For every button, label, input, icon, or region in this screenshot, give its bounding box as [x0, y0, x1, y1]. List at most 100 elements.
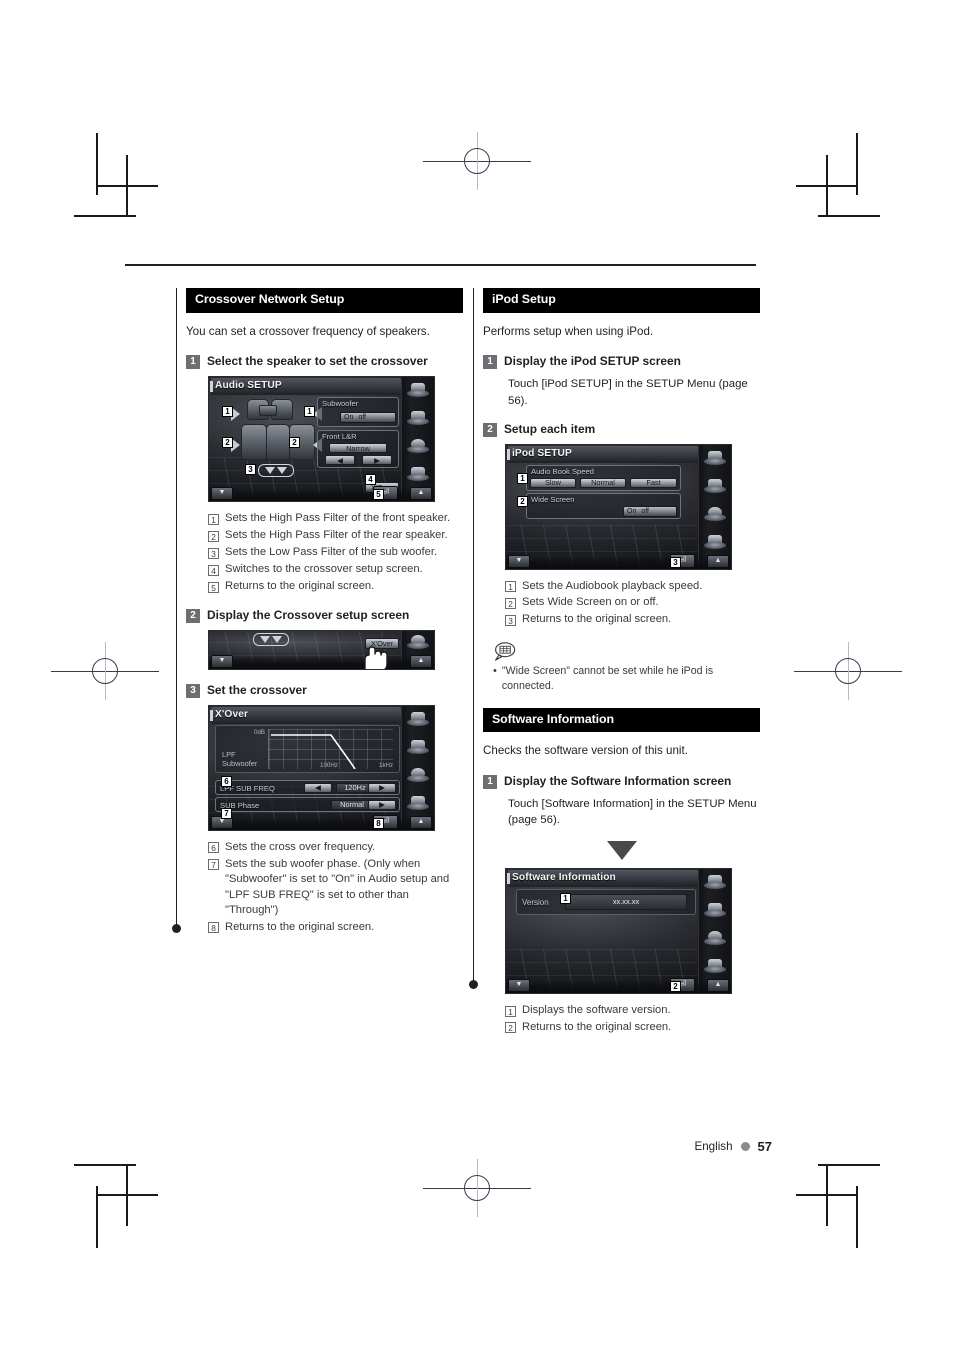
graph-filter-type-label: LPF — [222, 749, 236, 759]
rail-icon-camera[interactable] — [704, 929, 726, 946]
screen-icon-rail — [698, 869, 731, 994]
rail-icon-disc[interactable] — [704, 449, 726, 465]
callout-marker: 1 — [517, 472, 528, 484]
rail-icon-disc[interactable] — [407, 710, 429, 726]
ipod-callout-list: 1 Sets the Audiobook playback speed. 2 S… — [505, 579, 760, 628]
front-lr-prev-button[interactable]: ◀ — [325, 455, 355, 466]
audio-book-speed-fast-button[interactable]: Fast — [630, 477, 677, 488]
step-1-body: Touch [iPod SETUP] in the SETUP Menu (pa… — [508, 378, 748, 407]
software-callout-list: 1 Displays the software version. 2 Retur… — [505, 1003, 760, 1035]
step-number: 3 — [186, 683, 200, 698]
screen-volume-up-button[interactable]: ▲ — [707, 979, 729, 993]
step-title: Set the crossover — [207, 682, 307, 697]
right-column-guide — [469, 288, 479, 989]
rail-icon-radio[interactable] — [704, 477, 726, 493]
rail-icon-radio[interactable] — [704, 901, 726, 918]
callout-item: 3 Sets the Low Pass Filter of the sub wo… — [208, 545, 463, 560]
callout-item: 2 Sets the High Pass Filter of the rear … — [208, 528, 463, 543]
callout-number: 2 — [505, 1022, 516, 1034]
callout-text: Displays the software version. — [522, 1004, 671, 1017]
lpf-sub-freq-row: LPF SUB FREQ ◀ 120Hz ▶ — [215, 779, 400, 795]
column-guide-dot — [469, 980, 478, 989]
callout-text: Sets the cross over frequency. — [225, 840, 376, 853]
subwoofer-panel-label: Subwoofer — [322, 399, 359, 409]
step-title: Display the Software Information screen — [504, 773, 732, 788]
callout-marker: 6 — [221, 775, 232, 787]
callout-marker: 2 — [222, 437, 233, 449]
callout-number: 3 — [208, 547, 219, 559]
screen-bottom-bar — [209, 488, 434, 502]
callout-marker: 4 — [365, 474, 376, 486]
callout-item: 1 Sets the Audiobook playback speed. — [505, 579, 760, 594]
step-1-display-ipod-setup: 1 Display the iPod SETUP screen — [483, 354, 760, 370]
step-title: Setup each item — [504, 421, 596, 436]
lpf-sub-freq-prev-button[interactable]: ◀ — [304, 782, 332, 793]
screen-volume-up-button[interactable]: ▲ — [410, 654, 432, 668]
rail-icon-disc[interactable] — [407, 381, 429, 398]
callout-item: 4 Switches to the crossover setup screen… — [208, 562, 463, 577]
section-header-crossover-network-setup: Crossover Network Setup — [186, 288, 463, 313]
rail-icon-camera[interactable] — [407, 766, 429, 782]
subwoofer-icon[interactable] — [258, 464, 294, 478]
callout-number: 4 — [208, 564, 219, 576]
column-guide-dot — [172, 924, 181, 933]
right-column: iPod Setup Performs setup when using iPo… — [483, 288, 760, 1048]
callout-item: 1 Displays the software version. — [505, 1003, 760, 1018]
rail-icon-radio[interactable] — [407, 409, 429, 426]
left-column-guide — [172, 288, 182, 933]
left-column: Crossover Network Setup You can set a cr… — [186, 288, 463, 948]
rail-icon-aux[interactable] — [407, 465, 429, 482]
screen-volume-up-button[interactable]: ▲ — [410, 815, 432, 829]
ipod-setup-screen-image: iPod SETUP 10:10 1 Audio Book Speed Slow… — [505, 443, 732, 570]
screen-icon-rail — [401, 705, 434, 830]
subwoofer-on-off-toggle[interactable]: On off — [340, 412, 396, 424]
column-guide-line — [176, 288, 178, 928]
sub-phase-next-button[interactable]: ▶ — [368, 799, 396, 810]
callout-text: Sets the Low Pass Filter of the sub woof… — [225, 546, 438, 559]
rail-icon-aux[interactable] — [407, 633, 429, 649]
note-item: • "Wide Screen" cannot be set while he i… — [493, 664, 760, 694]
rail-icon-radio[interactable] — [407, 738, 429, 754]
crop-mark-line — [818, 1164, 880, 1166]
rail-icon-camera[interactable] — [407, 437, 429, 454]
audio-book-speed-normal-button[interactable]: Normal — [580, 477, 626, 488]
crop-mark-line — [74, 1164, 136, 1166]
callout-number: 8 — [208, 922, 219, 934]
callout-number: 2 — [208, 530, 219, 542]
callout-item: 2 Returns to the original screen. — [505, 1020, 760, 1035]
crop-mark-line — [796, 1194, 858, 1196]
callout-marker: 3 — [670, 556, 681, 568]
rail-icon-aux[interactable] — [704, 957, 726, 974]
rail-icon-aux[interactable] — [704, 533, 726, 549]
callout-number: 1 — [505, 1005, 516, 1017]
callout-text: Switches to the crossover setup screen. — [225, 563, 423, 576]
screen-title: Audio SETUP — [210, 380, 282, 393]
wide-screen-on-off-toggle[interactable]: On off — [623, 505, 677, 517]
front-lr-next-button[interactable]: ▶ — [362, 455, 392, 466]
rail-icon-camera[interactable] — [704, 505, 726, 521]
subwoofer-off-label: off — [358, 414, 366, 422]
screen-volume-down-button[interactable]: ▼ — [211, 654, 233, 668]
audio-setup-callout-list: 1 Sets the High Pass Filter of the front… — [208, 511, 463, 594]
callout-marker: 1 — [304, 406, 315, 418]
screen-volume-down-button[interactable]: ▼ — [508, 979, 530, 993]
callout-number: 1 — [505, 581, 516, 592]
audio-book-speed-panel: Audio Book Speed Slow Normal Fast — [526, 464, 681, 491]
rail-icon-disc[interactable] — [704, 873, 726, 890]
screen-volume-up-button[interactable]: ▲ — [410, 487, 432, 501]
screen-volume-down-button[interactable]: ▼ — [211, 487, 233, 501]
screen-bottom-bar — [506, 555, 731, 569]
audio-book-speed-slow-button[interactable]: Slow — [530, 477, 576, 488]
callout-item: 7 Sets the sub woofer phase. (Only when … — [208, 857, 463, 919]
seat-rear-center — [266, 424, 290, 461]
lpf-sub-freq-next-button[interactable]: ▶ — [368, 782, 396, 793]
screen-volume-down-button[interactable]: ▼ — [508, 554, 530, 568]
callout-text: Sets the High Pass Filter of the front s… — [225, 512, 451, 525]
registration-mark-ring — [835, 658, 861, 684]
page-header-rule — [125, 264, 756, 266]
version-label: Version — [522, 898, 549, 908]
callout-marker: 7 — [221, 807, 232, 819]
rail-icon-aux[interactable] — [407, 794, 429, 810]
screen-volume-up-button[interactable]: ▲ — [707, 554, 729, 568]
step-number: 2 — [186, 608, 200, 623]
